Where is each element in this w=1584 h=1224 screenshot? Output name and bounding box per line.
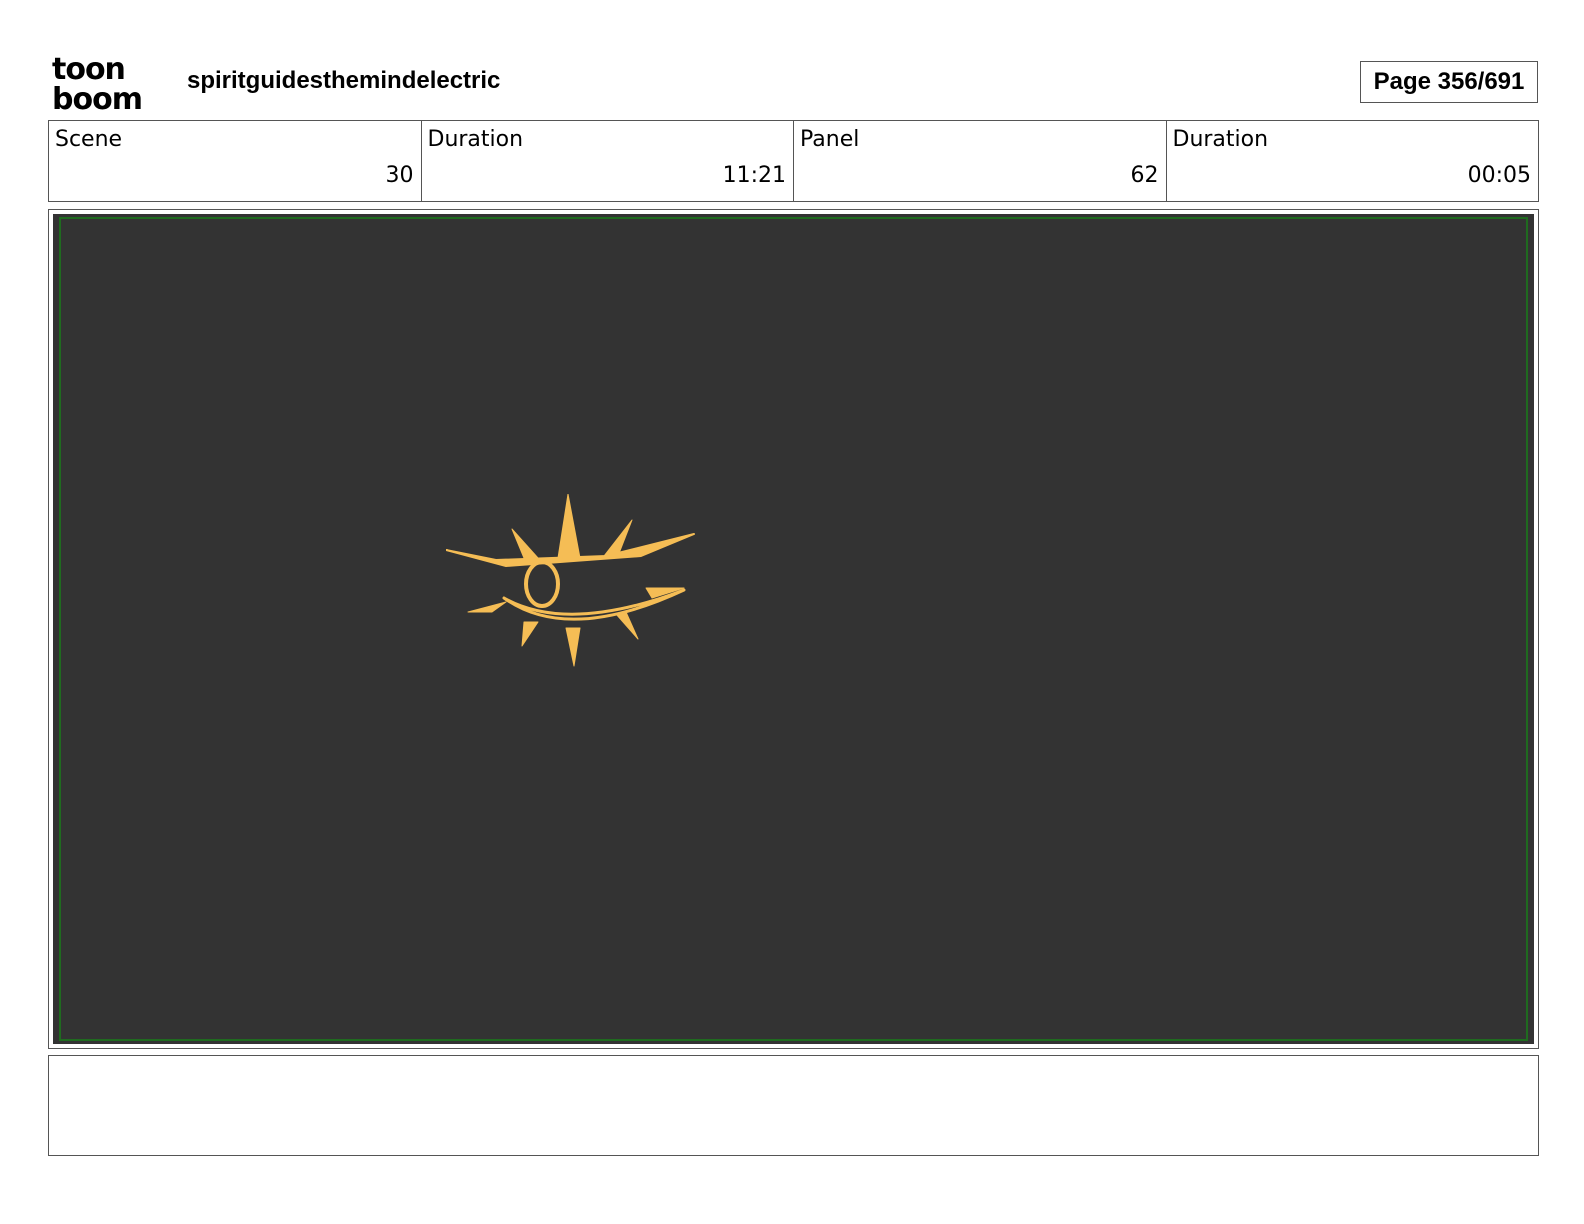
project-title: spiritguidesthemindelectric	[187, 67, 501, 94]
notes-box	[48, 1055, 1539, 1156]
scene-label: Scene	[55, 127, 123, 152]
page-indicator: Page 356/691	[1360, 61, 1538, 103]
panel-image	[53, 214, 1534, 1044]
scene-duration-cell: Duration 11:21	[420, 121, 794, 201]
panel-label: Panel	[800, 127, 860, 152]
panel-cell: Panel 62	[793, 121, 1166, 201]
scene-cell: Scene 30	[49, 121, 421, 201]
eye-sun-icon	[446, 494, 695, 667]
scene-duration-value: 11:21	[722, 163, 786, 188]
logo-text-line2: boom	[52, 82, 142, 112]
panel-duration-cell: Duration 00:05	[1165, 121, 1539, 201]
scene-duration-label: Duration	[427, 127, 524, 152]
scene-value: 30	[385, 163, 414, 188]
scene-info-table: Scene 30 Duration 11:21 Panel 62 Duratio…	[48, 120, 1539, 202]
panel-duration-label: Duration	[1172, 127, 1269, 152]
panel-duration-value: 00:05	[1467, 163, 1531, 188]
safe-frame	[59, 217, 1528, 1041]
toon-boom-logo: toon boom	[52, 52, 143, 112]
panel-frame	[48, 209, 1539, 1049]
panel-value: 62	[1130, 163, 1159, 188]
